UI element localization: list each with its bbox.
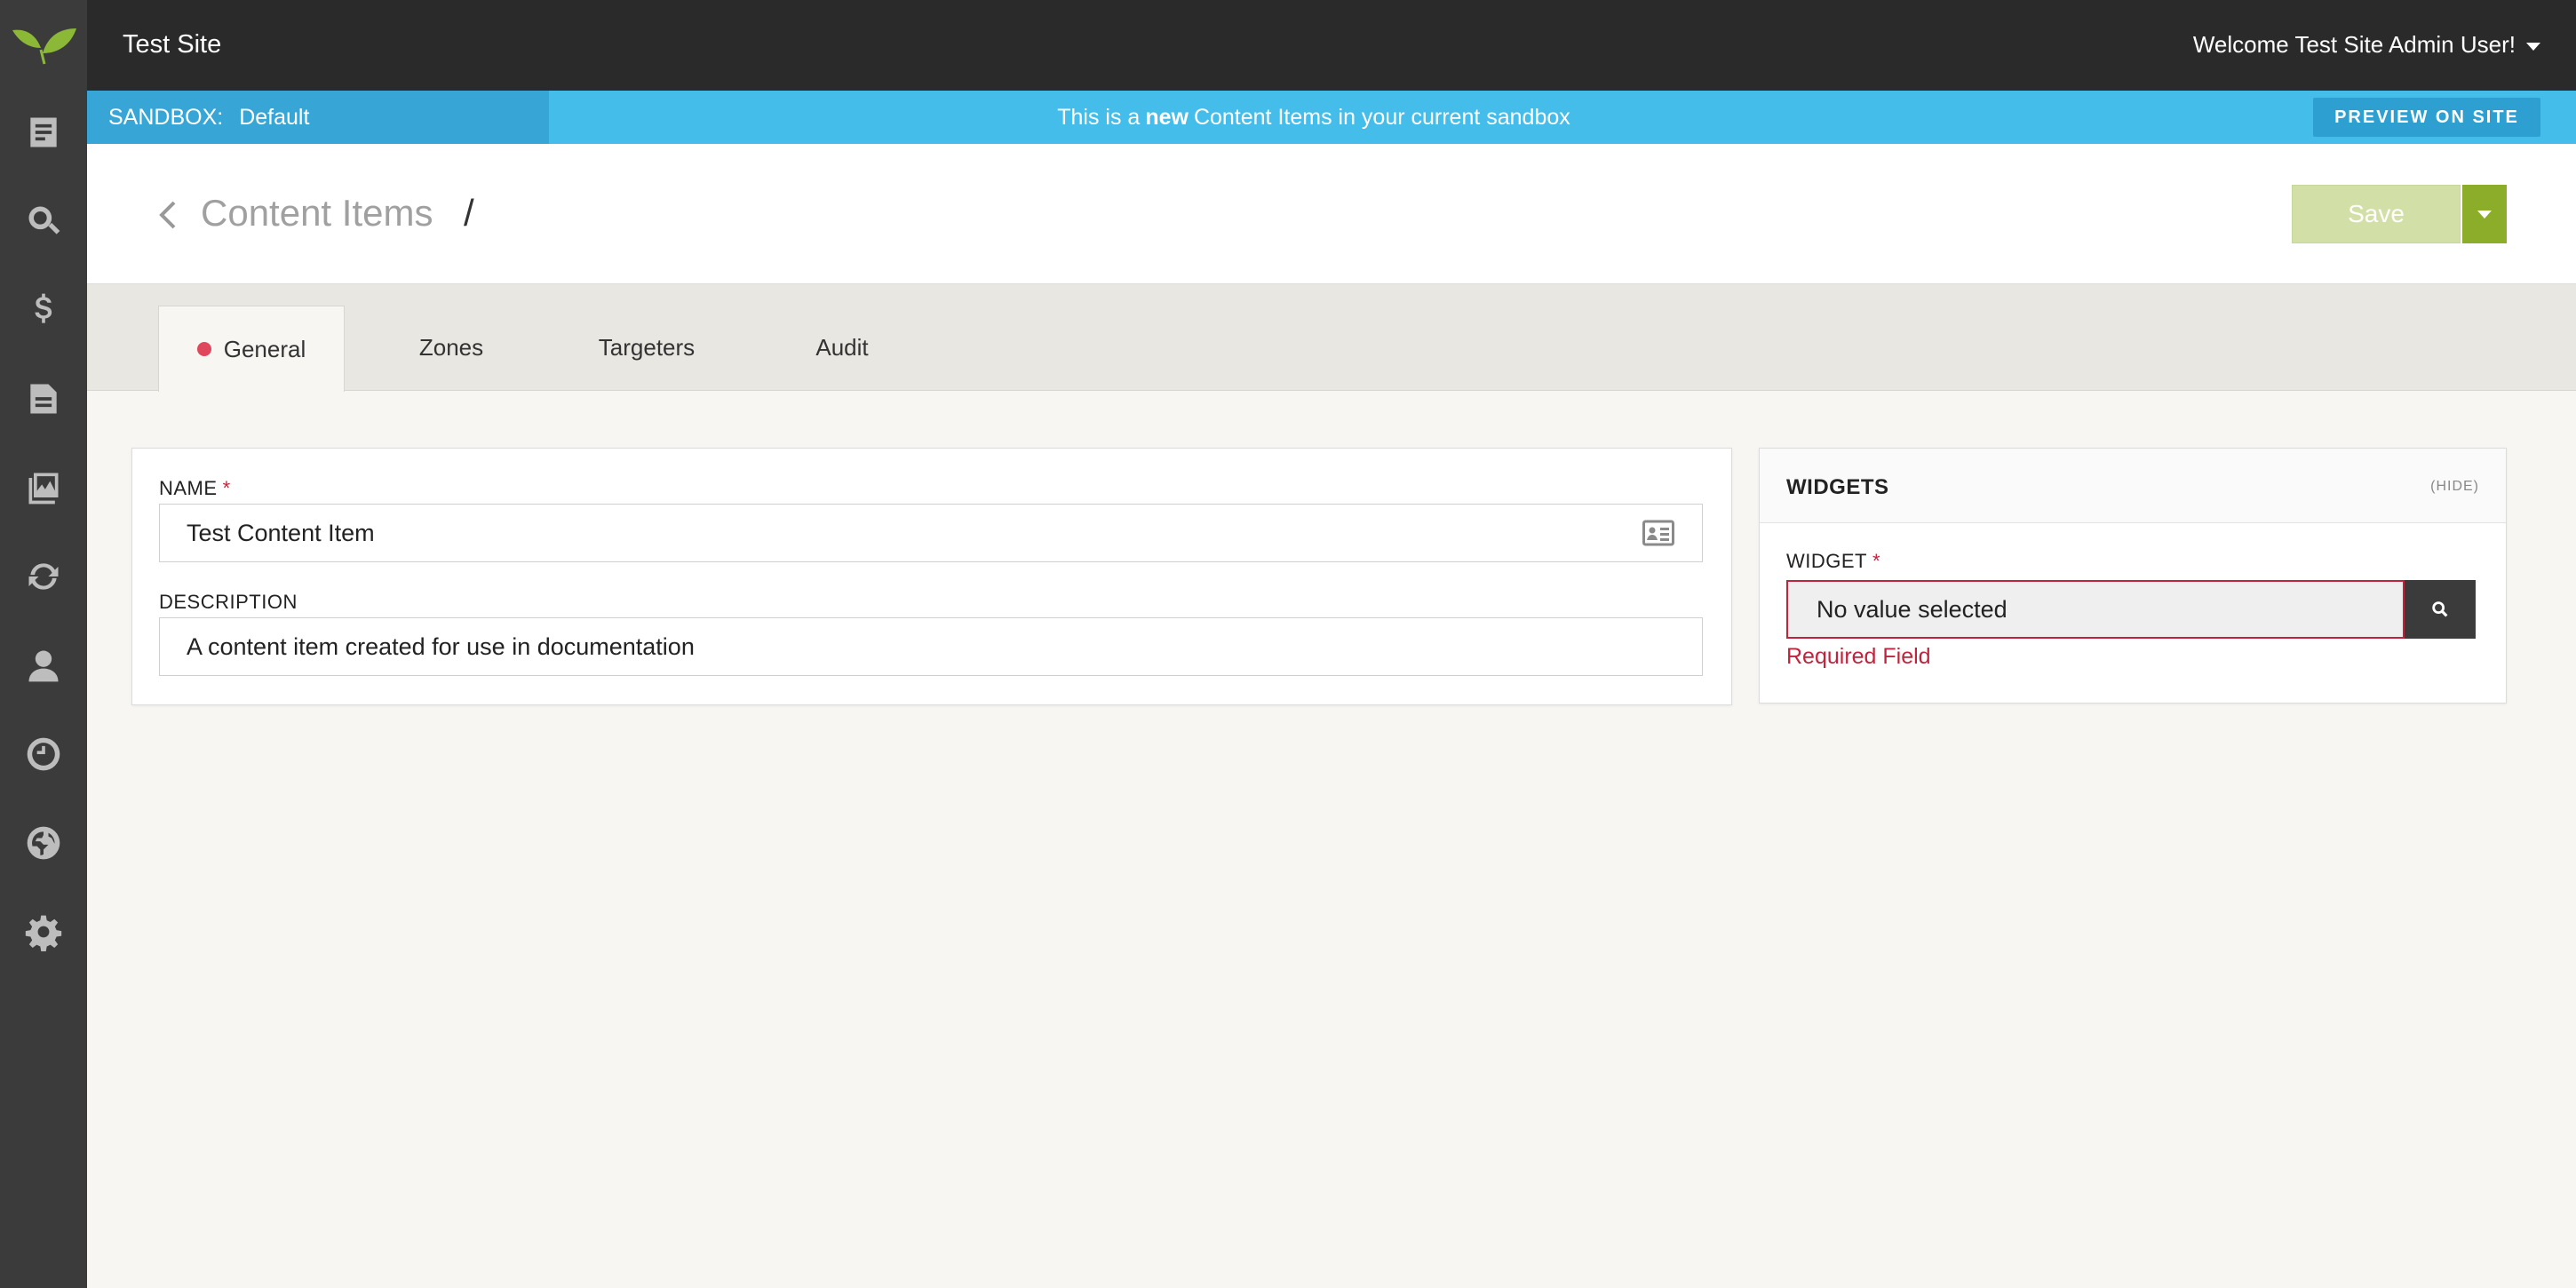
- error-dot-icon: [196, 342, 211, 356]
- sandbox-selector[interactable]: SANDBOX: Default: [87, 91, 549, 144]
- breadcrumb-separator: /: [464, 192, 474, 234]
- widgets-title: WIDGETS: [1786, 475, 1889, 499]
- left-nav-rail: [0, 0, 87, 1288]
- description-label: DESCRIPTION: [159, 591, 298, 613]
- sandbox-label: SANDBOX:: [108, 104, 224, 130]
- widget-lookup-button[interactable]: [2405, 580, 2476, 639]
- tab-audit[interactable]: Audit: [771, 304, 913, 391]
- sandbox-bar: SANDBOX: Default This is a new Content I…: [87, 91, 2576, 144]
- globe-icon[interactable]: [21, 821, 66, 865]
- description-input[interactable]: [159, 617, 1703, 676]
- dollar-icon[interactable]: [21, 288, 66, 332]
- tab-label: Zones: [418, 333, 484, 361]
- name-label-text: NAME: [159, 477, 218, 499]
- file-icon[interactable]: [21, 377, 66, 421]
- tab-label: Targeters: [598, 333, 696, 361]
- tab-targeters[interactable]: Targeters: [567, 304, 727, 391]
- name-label: NAME *: [159, 477, 231, 500]
- sandbox-name: Default: [239, 104, 310, 130]
- required-asterisk: *: [1872, 550, 1881, 572]
- contact-card-icon[interactable]: [1642, 520, 1674, 546]
- search-icon[interactable]: [21, 199, 66, 243]
- required-asterisk: *: [222, 477, 231, 499]
- widgets-header: WIDGETS (HIDE): [1760, 449, 2506, 523]
- top-bar: Test Site Welcome Test Site Admin User!: [87, 0, 2576, 91]
- sandbox-message-suffix: Content Items in your current sandbox: [1193, 104, 1570, 130]
- save-button[interactable]: Save: [2292, 185, 2461, 243]
- user-icon[interactable]: [21, 643, 66, 688]
- sandbox-message-bold: new: [1145, 104, 1189, 130]
- tab-zones[interactable]: Zones: [380, 304, 522, 391]
- required-field-error: Required Field: [1786, 644, 1931, 669]
- tab-label: Audit: [815, 333, 869, 361]
- widgets-card: WIDGETS (HIDE) WIDGET * No value selected…: [1759, 448, 2507, 704]
- tab-general[interactable]: General: [158, 306, 345, 392]
- gallery-icon[interactable]: [21, 465, 66, 510]
- widget-label: WIDGET *: [1786, 550, 1880, 573]
- logo-leaf-icon[interactable]: [9, 12, 78, 76]
- tab-bar: General Zones Targeters Audit: [87, 284, 2576, 392]
- caret-down-icon: [2477, 210, 2492, 219]
- widget-select[interactable]: No value selected: [1786, 580, 2405, 639]
- general-form-card: NAME* DESCRIPTION: [131, 448, 1732, 705]
- sandbox-message-prefix: This is a: [1057, 104, 1141, 130]
- search-icon: [2432, 601, 2448, 617]
- clock-icon[interactable]: [21, 732, 66, 776]
- save-options-button[interactable]: [2462, 185, 2507, 243]
- widget-label-text: WIDGET: [1786, 550, 1867, 572]
- save-button-group: Save: [2292, 185, 2507, 243]
- document-icon[interactable]: [21, 110, 66, 155]
- sandbox-message: This is a new Content Items in your curr…: [549, 91, 2576, 144]
- caret-down-icon: [2526, 43, 2540, 51]
- name-input[interactable]: [159, 504, 1703, 562]
- refresh-icon[interactable]: [21, 554, 66, 599]
- user-menu[interactable]: Welcome Test Site Admin User!: [2193, 31, 2540, 59]
- tab-label: General: [223, 335, 306, 362]
- preview-on-site-button[interactable]: PREVIEW ON SITE: [2313, 98, 2540, 137]
- page-header: Content Items / Save: [87, 144, 2576, 284]
- hide-widgets-link[interactable]: (HIDE): [2430, 479, 2479, 495]
- widget-select-value: No value selected: [1817, 595, 2008, 623]
- chevron-left-icon[interactable]: [156, 199, 178, 231]
- site-title[interactable]: Test Site: [123, 30, 221, 60]
- gear-icon[interactable]: [21, 910, 66, 954]
- welcome-text: Welcome Test Site Admin User!: [2192, 31, 2516, 58]
- page-title: Content Items: [201, 192, 433, 234]
